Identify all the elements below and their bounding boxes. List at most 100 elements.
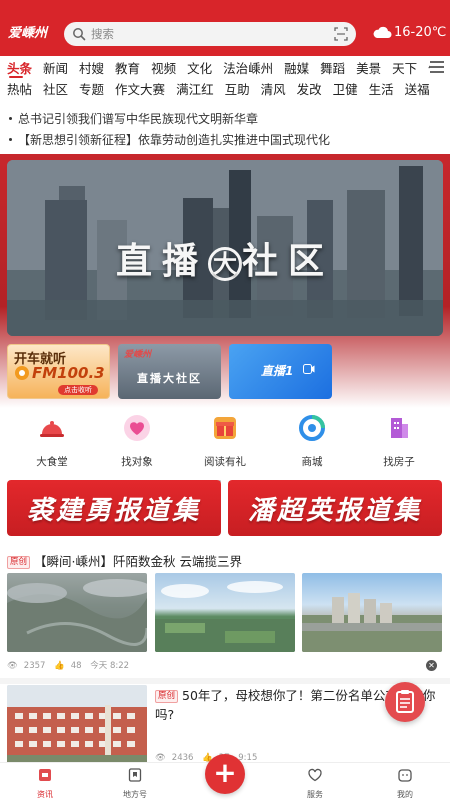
bullet-icon: [9, 137, 12, 141]
channel-tabs: 头条新闻村嫂教育视频文化法治嵊州融媒舞蹈美景天下体 热帖社区专题作文大赛满江红互…: [0, 56, 450, 102]
quick-item-mall[interactable]: 商城: [277, 414, 347, 469]
tab-life[interactable]: 生活: [362, 80, 398, 100]
tab-manjianghong[interactable]: 满江红: [169, 80, 218, 100]
weather-temperature: 16-20℃: [394, 25, 447, 40]
card-title: 直播大社区: [137, 372, 202, 385]
headline-text: 总书记引领我们谱写中华民族现代文明新华章: [18, 112, 259, 126]
tab-dance[interactable]: 舞蹈: [313, 59, 349, 79]
news-icon: [39, 769, 51, 781]
bookmark-icon: [128, 768, 142, 782]
quick-item-label: 找对象: [121, 456, 153, 468]
quick-item-label: 阅读有礼: [204, 456, 246, 468]
hero-title: 直播大社区: [115, 240, 335, 282]
nav-label: 地方号: [123, 790, 147, 799]
headline-item[interactable]: 总书记引领我们谱写中华民族现代文明新华章: [7, 110, 258, 127]
view-count: 2357: [23, 661, 46, 671]
article-image[interactable]: [302, 573, 442, 652]
tab-news[interactable]: 新闻: [36, 59, 72, 79]
menu-icon[interactable]: [430, 61, 444, 73]
heart-outline-icon: [308, 768, 322, 782]
hero-banner[interactable]: 直播大社区: [7, 160, 443, 336]
headline-text: 【新思想引领新征程】依靠劳动创造扎实推进中国式现代化: [18, 133, 331, 147]
tab-media[interactable]: 融媒: [277, 59, 313, 79]
article-image[interactable]: [7, 685, 147, 763]
fm-frequency: FM100.3: [32, 364, 105, 382]
special-report-banner-1[interactable]: 裘建勇报道集: [7, 480, 221, 536]
divider: [0, 678, 450, 684]
tab-essay-contest[interactable]: 作文大赛: [108, 80, 169, 100]
app-logo[interactable]: 爱嵊州: [8, 22, 47, 41]
mall-icon: [299, 415, 325, 441]
tab-video[interactable]: 视频: [144, 59, 180, 79]
town-photo-image: [302, 593, 442, 652]
special-report-banner-2[interactable]: 潘超英报道集: [228, 480, 442, 536]
article-title-text: 【瞬间·嵊州】阡陌数金秋 云端揽三界: [34, 554, 242, 569]
quick-item-label: 找房子: [383, 456, 415, 468]
article-image[interactable]: [155, 573, 295, 652]
heart-icon: [124, 415, 150, 441]
radio-icon: [15, 366, 29, 380]
quick-access-grid: 大食堂 找对象 阅读有礼 商城 找房子: [0, 410, 450, 470]
add-post-button[interactable]: +: [205, 754, 245, 794]
article-image[interactable]: [7, 573, 147, 652]
farmland-photo-image: [155, 581, 295, 652]
nav-label: 服务: [307, 790, 323, 799]
nav-label: 我的: [397, 790, 413, 799]
nav-mine[interactable]: 我的: [375, 767, 435, 800]
nav-local-accounts[interactable]: 地方号: [105, 767, 165, 800]
tab-law[interactable]: 法治嵊州: [216, 59, 277, 79]
tab-special[interactable]: 专题: [72, 80, 108, 100]
original-tag: 原创: [7, 556, 31, 569]
tab-education[interactable]: 教育: [108, 59, 144, 79]
quick-item-label: 商城: [301, 456, 323, 468]
carousel-indicator: [207, 328, 251, 336]
live-thumbnails: 开车就听 FM100.3 点击收听 爱嵊州 直播大社区 直播1: [7, 344, 443, 400]
original-tag: 原创: [155, 690, 179, 703]
floating-clipboard-button[interactable]: [385, 682, 425, 722]
building-icon: [391, 418, 408, 438]
tab-development[interactable]: 发改: [290, 80, 326, 100]
tab-mutual-help[interactable]: 互助: [218, 80, 254, 100]
channel-row-2: 热帖社区专题作文大赛满江红互助清风发改卫健生活送福进: [0, 79, 430, 101]
tab-scenery[interactable]: 美景: [349, 59, 385, 79]
tab-culture[interactable]: 文化: [180, 59, 216, 79]
fm-radio-card[interactable]: 开车就听 FM100.3 点击收听: [7, 344, 110, 399]
live-community-card[interactable]: 爱嵊州 直播大社区: [118, 344, 221, 399]
close-icon[interactable]: ✕: [426, 660, 437, 671]
publish-time: 今天 8:22: [90, 661, 130, 671]
tab-health[interactable]: 卫健: [326, 80, 362, 100]
search-icon: [73, 28, 86, 41]
quick-item-dating[interactable]: 找对象: [102, 414, 172, 469]
nav-label: 资讯: [37, 790, 53, 799]
tab-blessing[interactable]: 送福进: [398, 80, 430, 100]
scan-icon[interactable]: [334, 27, 348, 41]
search-input[interactable]: 搜索: [64, 22, 356, 46]
quick-item-reading[interactable]: 阅读有礼: [190, 414, 260, 469]
profile-icon: [398, 769, 412, 782]
headline-item[interactable]: 【新思想引领新征程】依靠劳动创造扎实推进中国式现代化: [7, 131, 330, 148]
tab-world[interactable]: 天下: [385, 59, 421, 79]
cloud-icon: [373, 26, 392, 38]
thumb-up-icon: 👍: [54, 661, 65, 671]
headline-list: 总书记引领我们谱写中华民族现代文明新华章 【新思想引领新征程】依靠劳动创造扎实推…: [0, 102, 450, 154]
eye-icon: 👁: [7, 661, 18, 671]
top-header: 爱嵊州 搜索 16-20℃: [0, 0, 450, 56]
article-title[interactable]: 原创 【瞬间·嵊州】阡陌数金秋 云端揽三界: [7, 551, 242, 570]
quick-item-dining[interactable]: 大食堂: [17, 414, 87, 469]
tab-hot-posts[interactable]: 热帖: [0, 80, 36, 100]
tab-sports[interactable]: 体: [421, 59, 430, 79]
tab-community[interactable]: 社区: [36, 80, 72, 100]
quick-item-housing[interactable]: 找房子: [364, 414, 434, 469]
dining-bell-icon: [40, 421, 64, 437]
nav-services[interactable]: 服务: [285, 767, 345, 800]
search-placeholder: 搜索: [91, 27, 114, 41]
active-tab-indicator: [9, 76, 23, 78]
tab-village[interactable]: 村嫂: [72, 59, 108, 79]
card-logo: 爱嵊州: [124, 350, 152, 360]
live-1-card[interactable]: 直播1: [229, 344, 332, 399]
nav-news[interactable]: 资讯: [15, 767, 75, 800]
listen-button[interactable]: 点击收听: [58, 385, 98, 395]
quick-item-label: 大食堂: [36, 456, 68, 468]
tab-clean[interactable]: 清风: [254, 80, 290, 100]
video-icon: [303, 364, 315, 374]
